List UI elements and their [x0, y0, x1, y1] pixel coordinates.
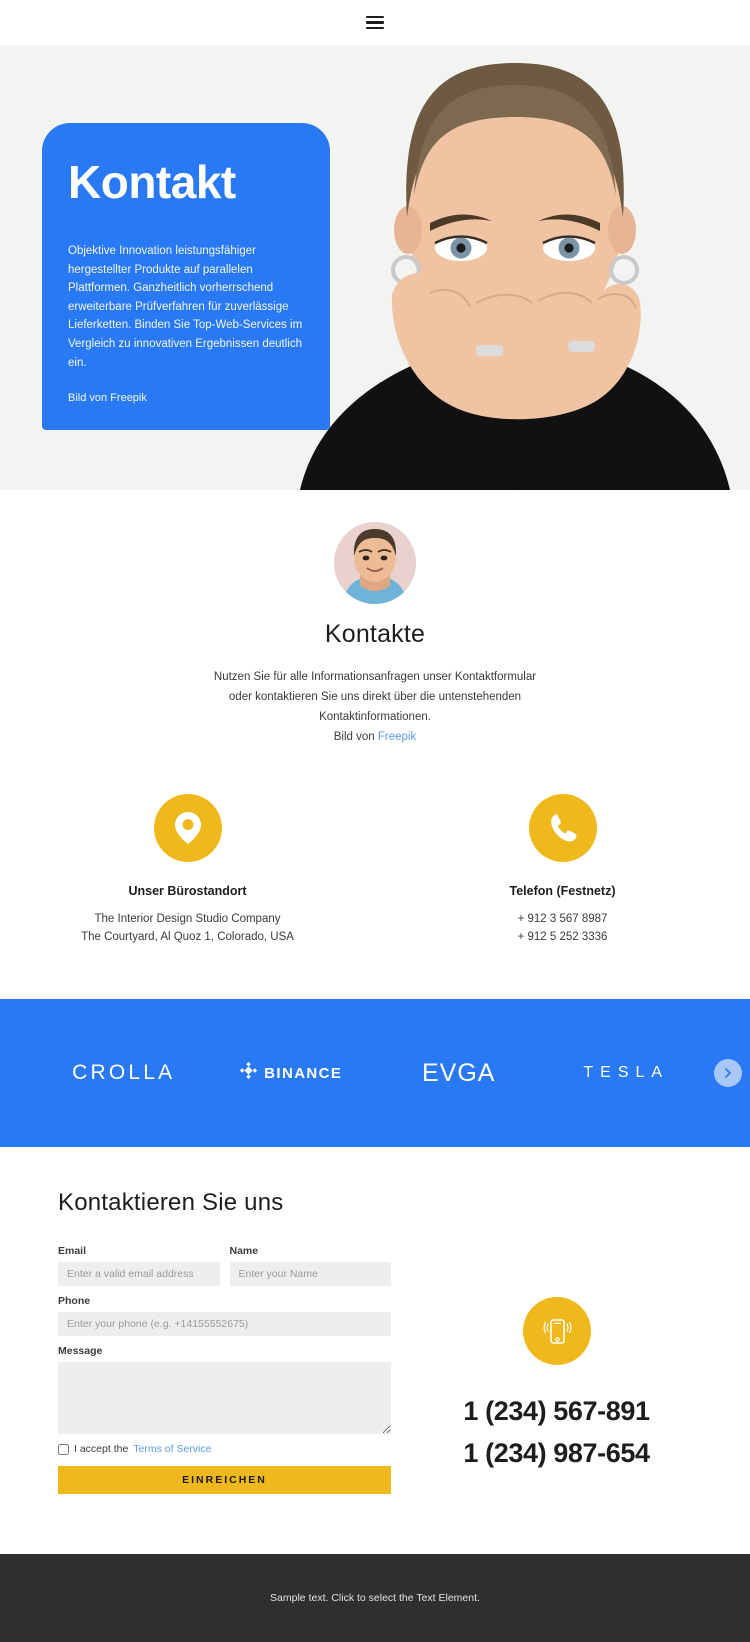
message-label: Message: [58, 1345, 103, 1358]
contact-info-phone: Telefon (Festnetz) + 912 3 567 8987 + 91…: [375, 793, 750, 948]
logo-crolla[interactable]: CROLLA: [40, 1061, 208, 1085]
email-field-group: Email: [58, 1245, 220, 1287]
phone-handset-icon: [528, 793, 597, 862]
contacts-intro-section: Kontakte Nutzen Sie für alle Information…: [0, 490, 750, 782]
info-line-1: The Interior Design Studio Company: [94, 912, 281, 925]
hamburger-line: [366, 21, 384, 24]
phone-label: Phone: [58, 1295, 91, 1308]
footer: Sample text. Click to select the Text El…: [0, 1554, 750, 1642]
footer-text: Sample text. Click to select the Text El…: [270, 1592, 480, 1605]
hero-text-card: Kontakt Objektive Innovation leistungsfä…: [42, 123, 330, 431]
contact-info-office: Unser Bürostandort The Interior Design S…: [0, 793, 375, 948]
name-label: Name: [229, 1245, 259, 1258]
name-input[interactable]: [229, 1262, 391, 1287]
contacts-description-text: Nutzen Sie für alle Informationsanfragen…: [213, 671, 537, 724]
message-textarea[interactable]: [58, 1362, 391, 1435]
logo-binance[interactable]: BINANCE: [208, 1062, 376, 1084]
phone-number-primary: 1 (234) 567-891: [463, 1396, 650, 1427]
terms-acceptance-row: I accept the Terms of Service: [58, 1443, 391, 1455]
logo-evga-text: EVGA: [422, 1058, 496, 1087]
info-line-2: + 912 5 252 3336: [517, 931, 608, 944]
hamburger-line: [366, 26, 384, 30]
phone-field-group: Phone: [58, 1295, 391, 1337]
phone-input[interactable]: [58, 1312, 391, 1337]
form-heading: Kontaktieren Sie uns: [58, 1189, 284, 1217]
hero-image-credit: Bild von Freepik: [68, 392, 147, 405]
hamburger-menu-icon[interactable]: [366, 13, 384, 33]
submit-button[interactable]: EINREICHEN: [58, 1466, 391, 1495]
partner-logo-carousel: CROLLA BINANCE EVGA TESLA: [0, 999, 750, 1148]
binance-diamond-icon: [240, 1062, 258, 1084]
info-line-2: The Courtyard, Al Quoz 1, Colorado, USA: [81, 931, 294, 944]
info-title: Telefon (Festnetz): [509, 883, 616, 898]
logo-crolla-text: CROLLA: [72, 1061, 176, 1085]
terms-checkbox[interactable]: [58, 1443, 69, 1455]
logo-tesla-text: TESLA: [583, 1064, 670, 1082]
info-title: Unser Bürostandort: [128, 883, 247, 898]
hero-section: Kontakt Objektive Innovation leistungsfä…: [0, 45, 750, 490]
logo-binance-text: BINANCE: [264, 1064, 343, 1082]
contacts-description: Nutzen Sie für alle Informationsanfragen…: [210, 667, 540, 748]
contacts-credit-prefix: Bild von: [333, 731, 378, 744]
logo-evga[interactable]: EVGA: [375, 1059, 543, 1088]
contacts-heading: Kontakte: [324, 620, 426, 648]
terms-of-service-link[interactable]: Terms of Service: [133, 1443, 211, 1455]
info-line-1: + 912 3 567 8987: [517, 912, 608, 925]
terms-prefix-text: I accept the: [74, 1443, 129, 1456]
hero-title: Kontakt: [68, 156, 236, 208]
phone-highlight-block: 1 (234) 567-891 1 (234) 987-654: [421, 1245, 692, 1494]
hero-description: Objektive Innovation leistungsfähiger he…: [68, 244, 303, 369]
contact-info-row: Unser Bürostandort The Interior Design S…: [0, 781, 750, 1000]
name-field-group: Name: [229, 1245, 391, 1287]
mobile-phone-icon: [522, 1297, 591, 1366]
contact-form: Email Name Phone Message I accept the Te…: [58, 1245, 391, 1495]
email-label: Email: [58, 1245, 87, 1258]
hero-portrait-image: [280, 45, 750, 490]
logo-tesla[interactable]: TESLA: [543, 1064, 711, 1082]
top-navigation-bar: [0, 0, 750, 45]
freepik-link[interactable]: Freepik: [378, 731, 416, 743]
location-pin-icon: [153, 793, 222, 862]
phone-number-secondary: 1 (234) 987-654: [463, 1438, 650, 1469]
hamburger-line: [366, 15, 384, 19]
message-field-group: Message: [58, 1345, 391, 1435]
avatar: [334, 522, 416, 604]
chevron-right-icon[interactable]: [714, 1059, 742, 1088]
contact-form-section: Kontaktieren Sie uns Email Name Phone Me…: [0, 1147, 750, 1555]
email-input[interactable]: [58, 1262, 220, 1287]
